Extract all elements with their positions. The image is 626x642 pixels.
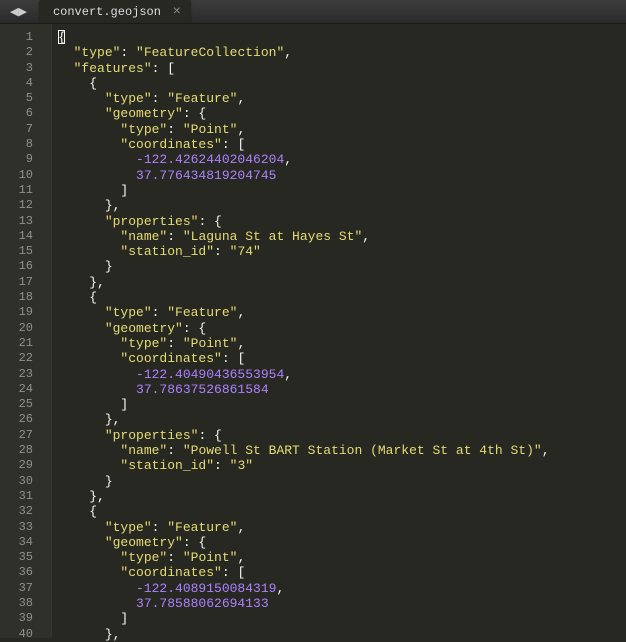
code-line: } xyxy=(58,474,626,489)
code-line: "geometry": { xyxy=(58,321,626,336)
line-number: 39 xyxy=(0,611,51,626)
code-line: ] xyxy=(58,611,626,626)
tab-file[interactable]: convert.geojson × xyxy=(39,0,191,23)
code-line: 37.78588062694133 xyxy=(58,596,626,611)
code-line: "type": "Feature", xyxy=(58,520,626,535)
code-line: "type": "FeatureCollection", xyxy=(58,45,626,60)
code-line: "features": [ xyxy=(58,61,626,76)
line-number-gutter: 1234567891011121314151617181920212223242… xyxy=(0,24,52,638)
line-number: 25 xyxy=(0,397,51,412)
code-line: "coordinates": [ xyxy=(58,351,626,366)
code-line: "properties": { xyxy=(58,214,626,229)
code-line: "coordinates": [ xyxy=(58,565,626,580)
code-line: "name": "Powell St BART Station (Market … xyxy=(58,443,626,458)
code-line: "properties": { xyxy=(58,428,626,443)
line-number: 13 xyxy=(0,214,51,229)
line-number: 7 xyxy=(0,122,51,137)
line-number: 16 xyxy=(0,259,51,274)
code-line: "type": "Point", xyxy=(58,122,626,137)
line-number: 20 xyxy=(0,321,51,336)
line-number: 28 xyxy=(0,443,51,458)
code-line: "type": "Feature", xyxy=(58,91,626,106)
line-number: 37 xyxy=(0,581,51,596)
code-line: { xyxy=(58,76,626,91)
line-number: 5 xyxy=(0,91,51,106)
code-line: ] xyxy=(58,397,626,412)
nav-back-icon[interactable]: ◀ xyxy=(10,5,16,19)
line-number: 32 xyxy=(0,504,51,519)
line-number: 27 xyxy=(0,428,51,443)
line-number: 31 xyxy=(0,489,51,504)
editor: 1234567891011121314151617181920212223242… xyxy=(0,24,626,638)
code-line: { xyxy=(58,290,626,305)
code-line: "coordinates": [ xyxy=(58,137,626,152)
code-line: "station_id": "3" xyxy=(58,458,626,473)
line-number: 36 xyxy=(0,565,51,580)
line-number: 22 xyxy=(0,351,51,366)
code-line: { xyxy=(58,504,626,519)
line-number: 2 xyxy=(0,45,51,60)
tab-filename: convert.geojson xyxy=(53,5,161,19)
line-number: 23 xyxy=(0,367,51,382)
titlebar: ◀ ▶ convert.geojson × xyxy=(0,0,626,24)
line-number: 21 xyxy=(0,336,51,351)
line-number: 11 xyxy=(0,183,51,198)
line-number: 17 xyxy=(0,275,51,290)
cursor xyxy=(58,30,65,44)
line-number: 24 xyxy=(0,382,51,397)
code-line: }, xyxy=(58,489,626,504)
line-number: 8 xyxy=(0,137,51,152)
code-line: { xyxy=(58,30,626,45)
code-line: }, xyxy=(58,198,626,213)
code-line: -122.4089150084319, xyxy=(58,581,626,596)
code-line: } xyxy=(58,259,626,274)
line-number: 29 xyxy=(0,458,51,473)
code-line: }, xyxy=(58,627,626,642)
code-line: "station_id": "74" xyxy=(58,244,626,259)
code-line: "type": "Point", xyxy=(58,550,626,565)
line-number: 34 xyxy=(0,535,51,550)
line-number: 9 xyxy=(0,152,51,167)
code-line: "geometry": { xyxy=(58,106,626,121)
code-line: -122.42624402046204, xyxy=(58,152,626,167)
close-icon[interactable]: × xyxy=(173,5,181,19)
line-number: 14 xyxy=(0,229,51,244)
code-line: }, xyxy=(58,412,626,427)
line-number: 15 xyxy=(0,244,51,259)
line-number: 10 xyxy=(0,168,51,183)
line-number: 33 xyxy=(0,520,51,535)
line-number: 40 xyxy=(0,627,51,642)
code-line: "name": "Laguna St at Hayes St", xyxy=(58,229,626,244)
line-number: 6 xyxy=(0,106,51,121)
code-line: }, xyxy=(58,275,626,290)
line-number: 26 xyxy=(0,412,51,427)
line-number: 4 xyxy=(0,76,51,91)
line-number: 19 xyxy=(0,305,51,320)
line-number: 18 xyxy=(0,290,51,305)
line-number: 38 xyxy=(0,596,51,611)
code-line: 37.776434819204745 xyxy=(58,168,626,183)
code-line: 37.78637526861584 xyxy=(58,382,626,397)
line-number: 1 xyxy=(0,30,51,45)
line-number: 30 xyxy=(0,474,51,489)
code-area[interactable]: { "type": "FeatureCollection", "features… xyxy=(52,24,626,638)
nav-arrows: ◀ ▶ xyxy=(0,5,25,19)
line-number: 12 xyxy=(0,198,51,213)
code-line: "type": "Point", xyxy=(58,336,626,351)
code-line: "type": "Feature", xyxy=(58,305,626,320)
code-line: "geometry": { xyxy=(58,535,626,550)
code-line: ] xyxy=(58,183,626,198)
line-number: 35 xyxy=(0,550,51,565)
code-line: -122.40490436553954, xyxy=(58,367,626,382)
line-number: 3 xyxy=(0,61,51,76)
nav-forward-icon[interactable]: ▶ xyxy=(18,5,24,19)
